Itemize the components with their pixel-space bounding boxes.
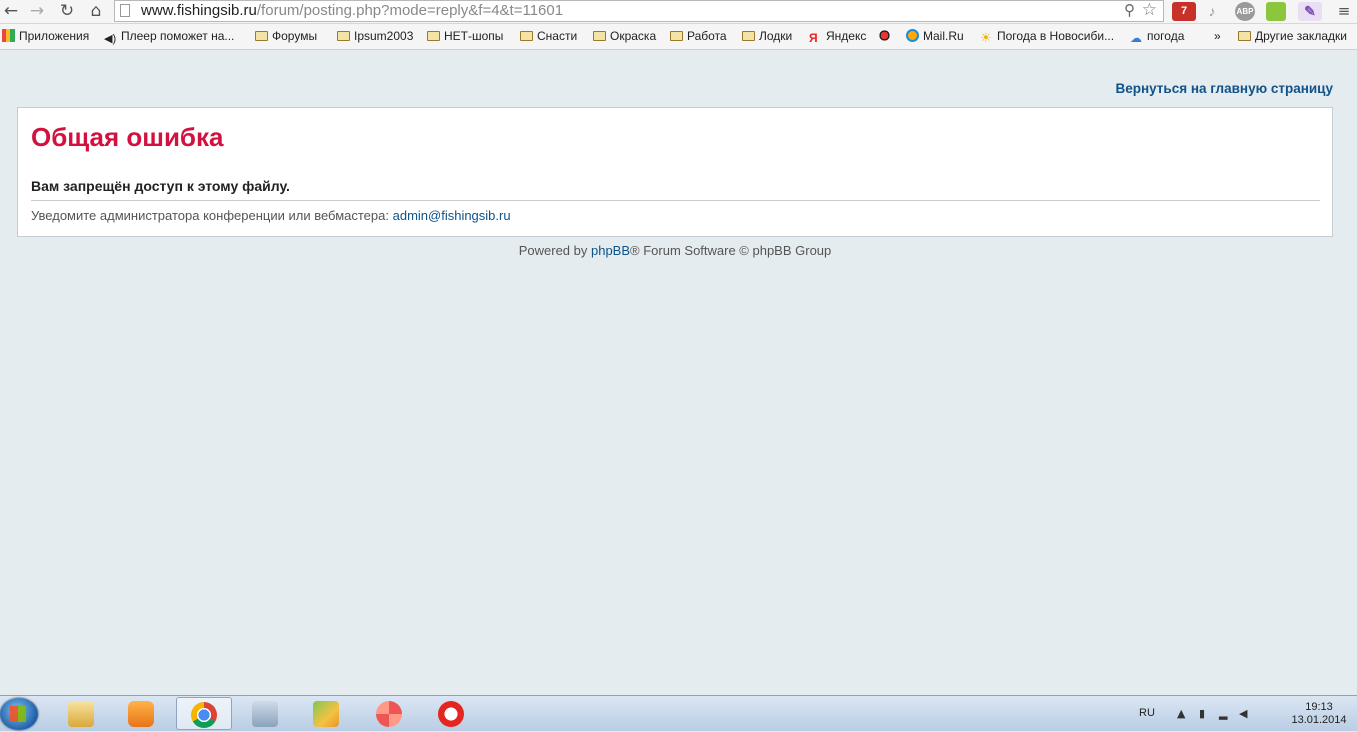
browser-toolbar: ← → ↻ ⌂ www.fishingsib.ru/forum/posting.…	[0, 0, 1357, 24]
footer: Powered by phpBB® Forum Software © phpBB…	[518, 243, 832, 258]
folder-icon	[255, 31, 268, 41]
file-explorer-icon	[68, 701, 94, 727]
yandex-browser-icon	[438, 701, 464, 727]
taskbar-app[interactable]	[362, 697, 418, 730]
media-player-icon	[128, 701, 154, 727]
2gis-icon	[313, 701, 339, 727]
sun-icon: ☀	[980, 30, 992, 45]
clock[interactable]: 19:13 13.01.2014	[1289, 701, 1349, 727]
back-arrow-icon[interactable]: ←	[0, 1, 22, 21]
calculator-icon	[252, 701, 278, 727]
folder-icon	[520, 31, 533, 41]
reload-icon[interactable]: ↻	[56, 1, 78, 21]
speaker-icon: ◀)	[104, 33, 117, 45]
folder-icon	[593, 31, 606, 41]
bookmark-other[interactable]: Другие закладки	[1238, 29, 1347, 43]
divider	[31, 200, 1320, 201]
bookmark-star-icon[interactable]: ☆	[1142, 0, 1157, 20]
red-swirl-icon	[878, 29, 891, 42]
bookmark-painting[interactable]: Окраска	[593, 29, 656, 43]
start-button[interactable]	[0, 698, 38, 730]
taskbar-2gis[interactable]	[299, 697, 355, 730]
page-icon	[120, 4, 130, 17]
forward-arrow-icon[interactable]: →	[26, 1, 48, 21]
taskbar-explorer[interactable]	[54, 697, 110, 730]
bookmark-yandex[interactable]: Я Яндекс	[809, 29, 866, 45]
taskbar-yandex-browser[interactable]	[424, 697, 480, 730]
error-message: Вам запрещён доступ к этому файлу.	[31, 178, 290, 194]
zoom-icon[interactable]: ⚲	[1124, 1, 1135, 19]
system-tray: RU ▲ ▮ ▂ ◀ 19:13 13.01.2014	[1137, 696, 1357, 732]
address-bar[interactable]: www.fishingsib.ru/forum/posting.php?mode…	[114, 0, 1164, 22]
speaker-extension-icon[interactable]: ♪	[1202, 2, 1222, 21]
bookmark-tackle[interactable]: Снасти	[520, 29, 577, 43]
bookmark-ipsum2003[interactable]: Ipsum2003	[337, 29, 413, 43]
back-to-main-link[interactable]: Вернуться на главную страницу	[1115, 81, 1333, 96]
bookmark-player[interactable]: ◀) Плеер поможет на...	[104, 29, 234, 45]
star-app-icon	[376, 701, 402, 727]
bookmark-weather-novosibirsk[interactable]: ☀ Погода в Новосиби...	[980, 29, 1114, 45]
bookmark-apps[interactable]: Приложения	[2, 29, 89, 43]
bookmarks-bar: Приложения ◀) Плеер поможет на... Форумы …	[0, 24, 1357, 50]
bookmark-work[interactable]: Работа	[670, 29, 727, 43]
folder-icon	[337, 31, 350, 41]
phpbb-link[interactable]: phpBB	[591, 243, 630, 258]
volume-icon[interactable]: ◀	[1239, 708, 1251, 720]
bookmarks-overflow-chevron[interactable]: »	[1214, 29, 1221, 43]
admin-email-link[interactable]: admin@fishingsib.ru	[393, 208, 511, 223]
home-icon[interactable]: ⌂	[85, 1, 107, 21]
url-text: www.fishingsib.ru/forum/posting.php?mode…	[141, 2, 564, 19]
bookmark-net-shops[interactable]: НЕТ-шопы	[427, 29, 503, 43]
menu-icon[interactable]: ≡	[1333, 1, 1355, 21]
gmail-extension-icon[interactable]: 7	[1172, 2, 1196, 21]
battery-icon[interactable]: ▮	[1199, 708, 1211, 720]
chrome-icon	[191, 702, 217, 728]
notify-admin-text: Уведомите администратора конференции или…	[31, 208, 511, 223]
cloud-icon: ☁	[1130, 31, 1142, 45]
folder-icon	[670, 31, 683, 41]
folder-icon	[427, 31, 440, 41]
windows-taskbar: RU ▲ ▮ ▂ ◀ 19:13 13.01.2014	[0, 695, 1357, 731]
bookmark-boats[interactable]: Лодки	[742, 29, 792, 43]
show-hidden-icons-icon[interactable]: ▲	[1177, 708, 1189, 720]
taskbar-media-player[interactable]	[114, 697, 170, 730]
windows-logo-icon	[10, 706, 26, 722]
error-panel: Общая ошибка Вам запрещён доступ к этому…	[17, 107, 1333, 237]
taskbar-calculator[interactable]	[238, 697, 294, 730]
language-indicator[interactable]: RU	[1139, 707, 1155, 719]
folder-icon	[1238, 31, 1251, 41]
mailru-icon	[906, 29, 919, 42]
bookmark-weather[interactable]: ☁ погода	[1130, 29, 1184, 45]
green-extension-icon[interactable]	[1266, 2, 1286, 21]
yandex-icon: Я	[809, 31, 818, 45]
network-signal-icon[interactable]: ▂	[1219, 708, 1231, 720]
taskbar-chrome[interactable]	[176, 697, 232, 730]
folder-icon	[742, 31, 755, 41]
feather-extension-icon[interactable]: ✎	[1298, 2, 1322, 21]
bookmark-forums[interactable]: Форумы	[255, 29, 317, 43]
apps-grid-icon	[2, 29, 15, 42]
bookmark-mailru[interactable]: Mail.Ru	[906, 29, 964, 43]
adblock-extension-icon[interactable]: ABP	[1235, 2, 1255, 21]
bookmark-arrow[interactable]	[878, 29, 895, 43]
error-title: Общая ошибка	[31, 122, 224, 152]
